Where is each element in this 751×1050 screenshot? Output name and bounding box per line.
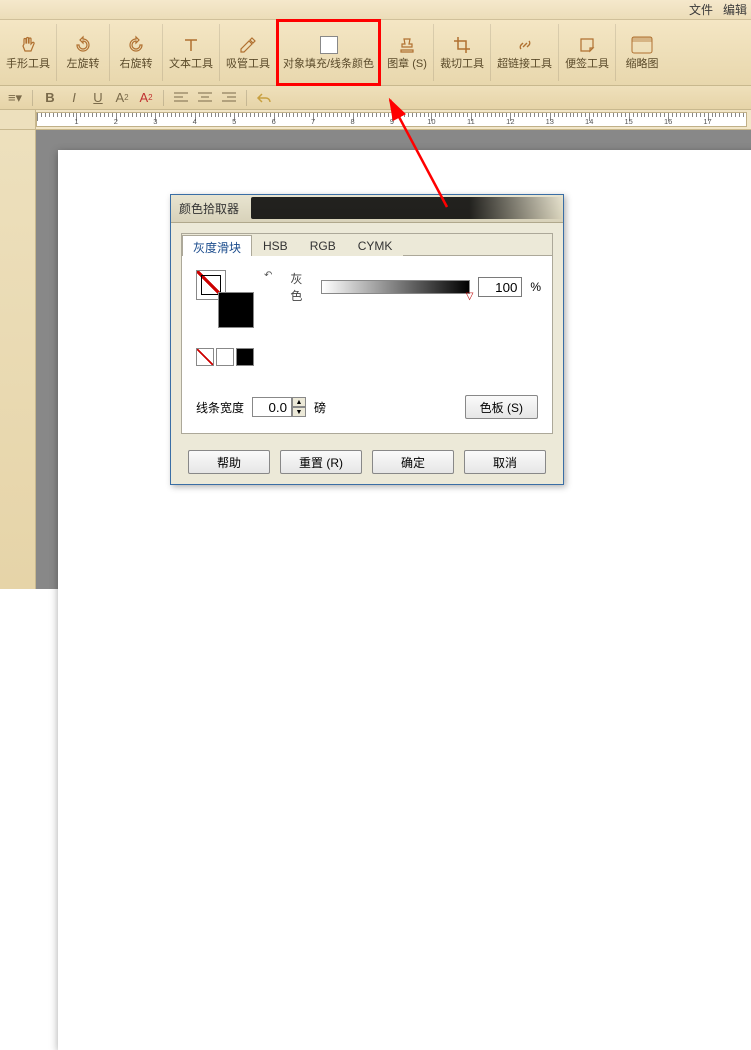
eyedropper-tool[interactable]: 吸管工具	[220, 20, 276, 85]
crop-tool[interactable]: 裁切工具	[434, 20, 490, 85]
thumbnail-tool[interactable]: 缩略图	[616, 20, 668, 85]
stroke-swatch-black[interactable]	[218, 292, 254, 328]
linewidth-unit: 磅	[314, 399, 326, 416]
rotate-right-tool[interactable]: 右旋转	[110, 20, 162, 85]
spin-down[interactable]: ▼	[292, 407, 306, 417]
color-tabs: 灰度滑块 HSB RGB CYMK ↶ 灰色	[181, 233, 553, 434]
ribbon-toolbar: 手形工具 左旋转 右旋转 文本工具 吸管工具 对象填充/线条颜色	[0, 20, 751, 86]
fill-swatch-icon	[318, 34, 340, 56]
hand-icon	[17, 34, 39, 56]
rotate-right-label: 右旋转	[120, 58, 153, 70]
sticky-label: 便签工具	[565, 58, 609, 70]
horizontal-ruler[interactable]: 1234567891011121314151617	[36, 112, 747, 127]
rotate-left-icon	[72, 34, 94, 56]
gray-value-input[interactable]	[478, 277, 522, 297]
reset-button[interactable]: 重置 (R)	[280, 450, 362, 474]
align-right-button[interactable]	[220, 89, 238, 107]
ruler-corner	[0, 110, 36, 129]
hyperlink-label: 超链接工具	[497, 58, 552, 70]
thumbnail-label: 缩略图	[626, 58, 659, 70]
crop-icon	[451, 34, 473, 56]
text-tool-label: 文本工具	[169, 58, 213, 70]
swatch-white[interactable]	[216, 348, 234, 366]
text-tool[interactable]: 文本工具	[163, 20, 219, 85]
link-icon	[514, 34, 536, 56]
fill-stroke-label: 对象填充/线条颜色	[283, 58, 374, 70]
stamp-tool[interactable]: 图章 (S)	[381, 20, 433, 85]
rotate-right-icon	[125, 34, 147, 56]
underline-button[interactable]: U	[89, 89, 107, 107]
tab-hsb[interactable]: HSB	[252, 235, 299, 256]
bold-button[interactable]: B	[41, 89, 59, 107]
gray-slider[interactable]: ▽	[321, 280, 471, 294]
rotate-left-tool[interactable]: 左旋转	[57, 20, 109, 85]
tab-gray[interactable]: 灰度滑块	[182, 235, 252, 256]
gray-label: 灰色	[290, 270, 312, 304]
vertical-ruler-gutter	[0, 130, 36, 589]
menubar: 文件 编辑	[0, 0, 751, 20]
text-icon	[180, 34, 202, 56]
linewidth-spinner[interactable]: ▲ ▼	[252, 397, 306, 417]
dialog-titlebar[interactable]: 颜色拾取器	[171, 195, 563, 223]
dialog-title: 颜色拾取器	[179, 200, 239, 217]
percent-label: %	[530, 280, 541, 294]
hand-tool[interactable]: 手形工具	[0, 20, 56, 85]
tab-rgb[interactable]: RGB	[299, 235, 347, 256]
stamp-label: 图章 (S)	[387, 58, 427, 70]
linewidth-input[interactable]	[252, 397, 292, 417]
menu-edit[interactable]: 编辑	[723, 1, 747, 18]
spin-up[interactable]: ▲	[292, 397, 306, 407]
subscript-button[interactable]: A2	[137, 89, 155, 107]
thumbnail-icon	[631, 34, 653, 56]
align-left-button[interactable]	[172, 89, 190, 107]
eyedropper-icon	[237, 34, 259, 56]
color-picker-dialog: 颜色拾取器 灰度滑块 HSB RGB CYMK ↶	[170, 194, 564, 485]
italic-button[interactable]: I	[65, 89, 83, 107]
hand-tool-label: 手形工具	[6, 58, 50, 70]
stamp-icon	[396, 34, 418, 56]
fill-stroke-tool[interactable]: 对象填充/线条颜色	[277, 20, 380, 85]
superscript-button[interactable]: A2	[113, 89, 131, 107]
palette-button[interactable]: 色板 (S)	[465, 395, 538, 419]
format-bar: ≡▾ B I U A2 A2	[0, 86, 751, 110]
menu-file[interactable]: 文件	[689, 1, 713, 18]
current-color-swatches	[196, 270, 254, 328]
swap-icon[interactable]: ↶	[262, 270, 272, 281]
slider-handle-icon[interactable]: ▽	[466, 291, 474, 302]
eyedropper-label: 吸管工具	[226, 58, 270, 70]
crop-label: 裁切工具	[440, 58, 484, 70]
help-button[interactable]: 帮助	[188, 450, 270, 474]
hyperlink-tool[interactable]: 超链接工具	[491, 20, 558, 85]
tab-cmyk[interactable]: CYMK	[347, 235, 404, 256]
swatch-black[interactable]	[236, 348, 254, 366]
ok-button[interactable]: 确定	[372, 450, 454, 474]
sticky-icon	[576, 34, 598, 56]
preset-swatches	[196, 348, 538, 366]
linewidth-label: 线条宽度	[196, 399, 244, 416]
swatch-none[interactable]	[196, 348, 214, 366]
sticky-tool[interactable]: 便签工具	[559, 20, 615, 85]
ruler-area: 1234567891011121314151617	[0, 110, 751, 130]
cancel-button[interactable]: 取消	[464, 450, 546, 474]
align-dropdown[interactable]: ≡▾	[6, 89, 24, 107]
rotate-left-label: 左旋转	[67, 58, 100, 70]
align-center-button[interactable]	[196, 89, 214, 107]
undo-button[interactable]	[255, 89, 273, 107]
